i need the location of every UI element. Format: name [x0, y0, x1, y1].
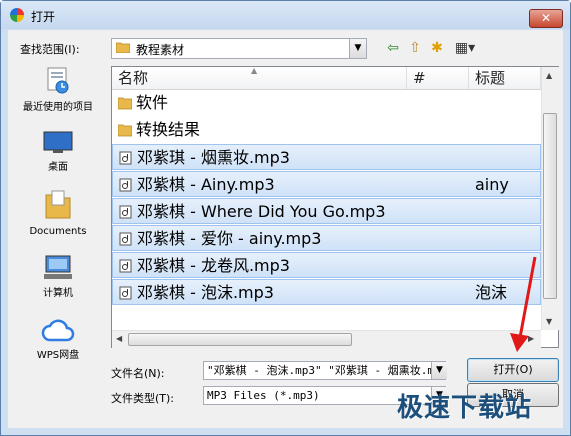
app-icon [10, 8, 24, 22]
file-list[interactable]: ▲ 名称 # 标题 软件转换结果邓紫琪 - 烟熏妆.mp3 邓紫棋 - Ainy.… [111, 66, 559, 348]
file-row[interactable]: 邓紫棋 - 爱你 - ainy.mp3 [112, 225, 541, 251]
place-desktop-label: 桌面 [48, 162, 68, 173]
place-recent-label: 最近使用的项目 [23, 102, 93, 113]
list-header: ▲ 名称 # 标题 [112, 66, 541, 90]
desktop-icon [43, 131, 73, 153]
places-bar: 最近使用的项目 桌面 Documents 计算机 WPS网盘 [10, 65, 106, 365]
folder-row[interactable]: 软件 [112, 90, 541, 116]
folder-icon [118, 124, 132, 137]
file-name: 邓紫棋 - Where Did You Go.mp3 [137, 202, 386, 221]
place-wps-label: WPS网盘 [36, 350, 80, 361]
file-row[interactable]: 邓紫棋 - 泡沫.mp3 泡沫 [112, 279, 541, 305]
column-title[interactable]: 标题 [469, 67, 541, 89]
file-name: 邓紫琪 - 烟熏妆.mp3 [137, 148, 290, 167]
place-wps-cloud[interactable]: WPS网盘 [10, 319, 106, 362]
file-row[interactable]: 邓紫棋 - Where Did You Go.mp3 [112, 198, 541, 224]
dialog-body: 查找范围(I): 教程素材 ▼ ⇦ ⇧ ✱ ▦▾ 最近使用的项目 桌面 Docu… [8, 30, 563, 428]
place-computer-label: 计算机 [43, 288, 73, 299]
file-title: ainy [475, 175, 509, 194]
filename-label: 文件名(N): [111, 367, 165, 380]
views-menu-icon[interactable]: ▦▾ [450, 39, 480, 57]
audio-file-icon [119, 259, 132, 273]
red-arrow-annotation [510, 256, 537, 352]
place-computer[interactable]: 计算机 [10, 255, 106, 300]
title-bar[interactable]: 打开 ✕ [1, 1, 570, 29]
audio-file-icon [119, 178, 132, 192]
window-title: 打开 [31, 10, 56, 24]
watermark-text: 极速下载站 [397, 393, 533, 423]
horizontal-scroll-thumb[interactable] [128, 333, 352, 346]
folder-row[interactable]: 转换结果 [112, 117, 541, 143]
back-icon[interactable]: ⇦ [384, 39, 402, 57]
file-row[interactable]: 邓紫琪 - 烟熏妆.mp3 [112, 144, 541, 170]
close-button[interactable]: ✕ [529, 9, 563, 28]
lookin-combo[interactable]: 教程素材 ▼ [111, 38, 367, 59]
up-folder-icon[interactable]: ⇧ [406, 39, 424, 57]
filename-dropdown-icon[interactable]: ▼ [431, 362, 447, 379]
recent-icon [47, 67, 69, 94]
chevron-down-icon[interactable]: ▼ [349, 39, 366, 58]
open-dialog: 打开 ✕ 查找范围(I): 教程素材 ▼ ⇦ ⇧ ✱ ▦▾ 最近使用的项目 桌面… [0, 0, 571, 436]
file-name: 软件 [136, 93, 169, 112]
file-name: 转换结果 [136, 120, 201, 139]
filetype-label: 文件类型(T): [111, 392, 175, 405]
file-name: 邓紫棋 - 爱你 - ainy.mp3 [137, 229, 322, 248]
scroll-up-icon[interactable]: ▲ [546, 71, 552, 80]
audio-file-icon [119, 286, 132, 300]
folder-icon [116, 42, 130, 53]
file-name: 邓紫棋 - 龙卷风.mp3 [137, 256, 290, 275]
scroll-left-icon[interactable]: ◀ [116, 334, 122, 343]
file-title: 泡沫 [475, 283, 508, 302]
file-row[interactable]: 邓紫棋 - Ainy.mp3 ainy [112, 171, 541, 197]
folder-icon [118, 97, 132, 110]
place-documents[interactable]: Documents [10, 189, 106, 238]
place-recent[interactable]: 最近使用的项目 [10, 67, 106, 114]
lookin-value: 教程素材 [136, 43, 185, 57]
lookin-label: 查找范围(I): [20, 43, 80, 56]
horizontal-scrollbar[interactable]: ◀ ▶ [112, 330, 541, 348]
filename-input[interactable]: "邓紫棋 - 泡沫.mp3" "邓紫琪 - 烟熏妆.m [203, 361, 446, 380]
computer-icon [44, 255, 72, 279]
place-desktop[interactable]: 桌面 [10, 131, 106, 174]
audio-file-icon [119, 151, 132, 165]
file-name: 邓紫棋 - 泡沫.mp3 [137, 283, 274, 302]
audio-file-icon [119, 205, 132, 219]
new-folder-icon[interactable]: ✱ [428, 39, 446, 57]
audio-file-icon [119, 232, 132, 246]
cloud-icon [41, 319, 75, 342]
scroll-down-icon[interactable]: ▼ [546, 317, 552, 326]
open-button[interactable]: 打开(O) [467, 358, 559, 382]
vertical-scroll-thumb[interactable] [543, 113, 557, 299]
documents-icon [45, 190, 71, 219]
file-name: 邓紫棋 - Ainy.mp3 [137, 175, 275, 194]
place-documents-label: Documents [29, 226, 87, 237]
file-row[interactable]: 邓紫棋 - 龙卷风.mp3 [112, 252, 541, 278]
column-name[interactable]: 名称 [112, 67, 407, 89]
column-number[interactable]: # [407, 67, 469, 89]
